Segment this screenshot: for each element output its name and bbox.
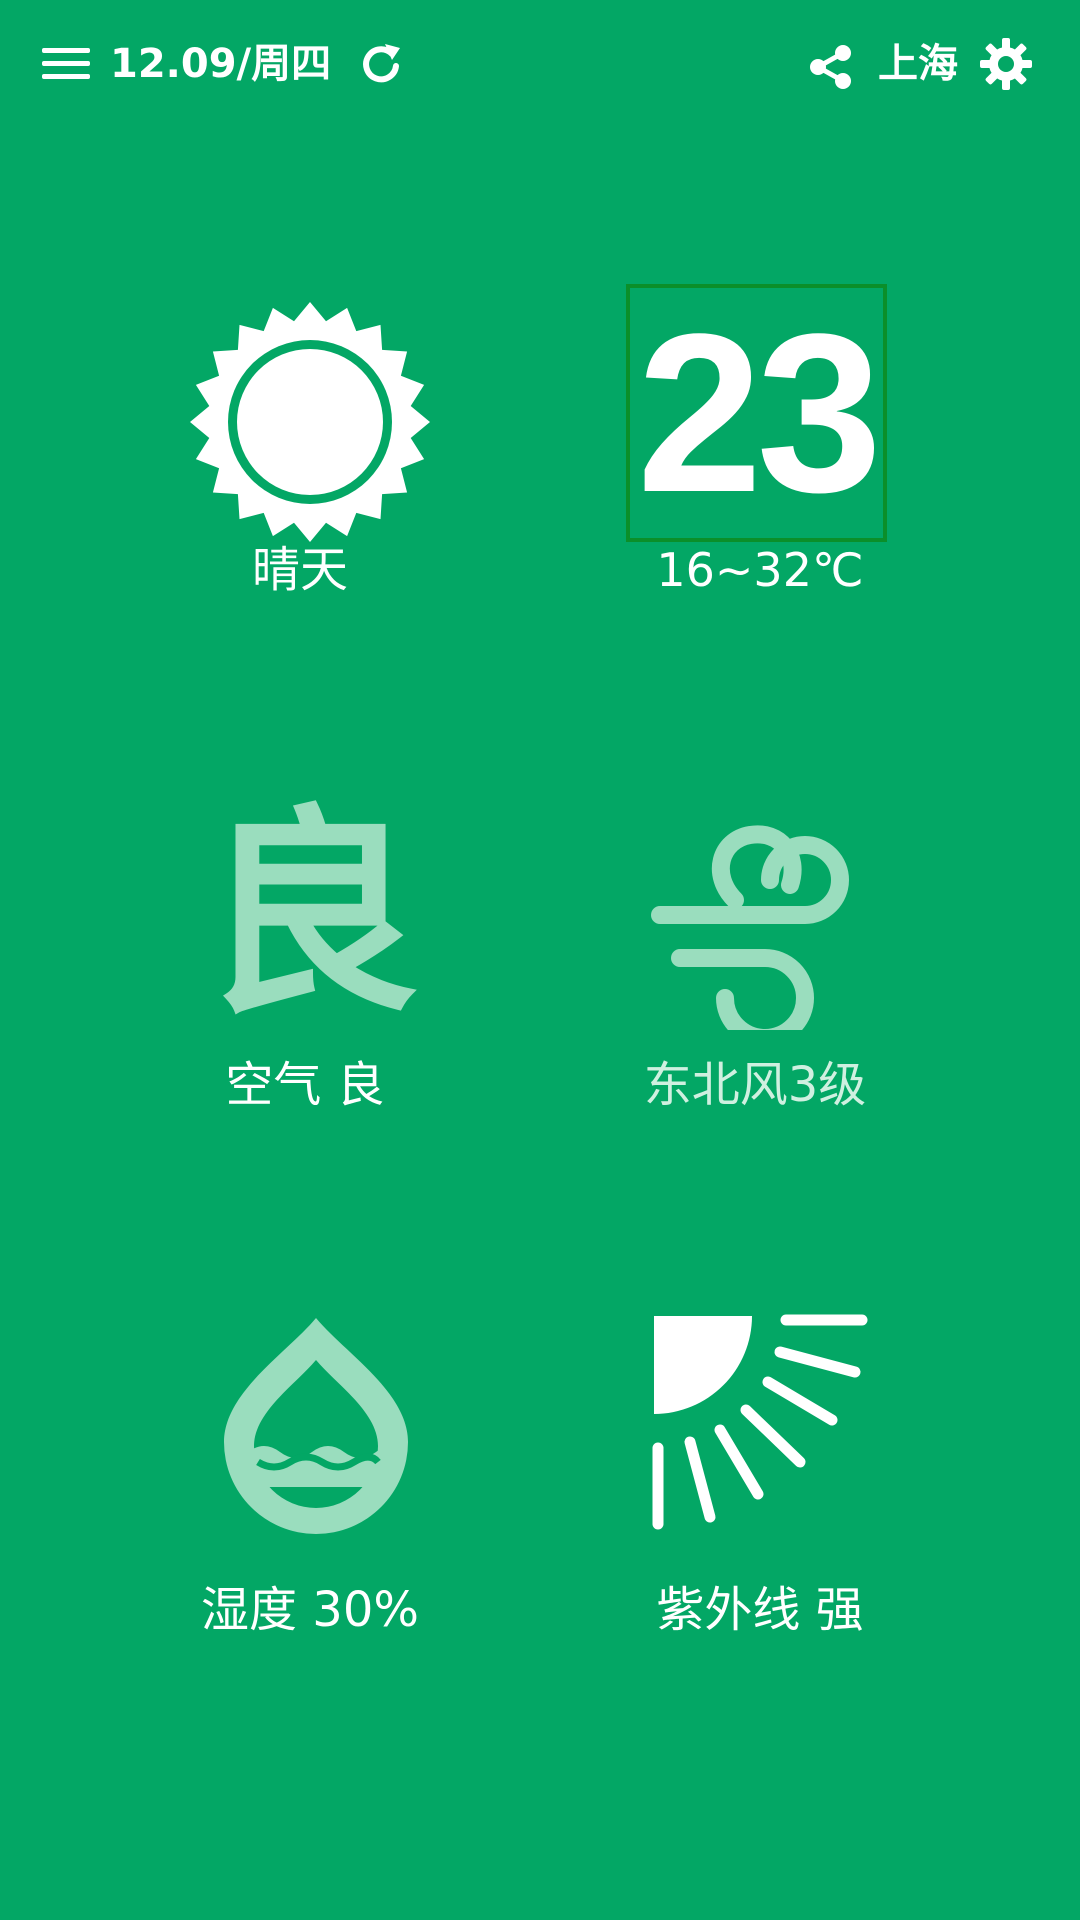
uv-index-label: 紫外线 强 bbox=[656, 1582, 864, 1638]
wind-label: 东北风3级 bbox=[643, 1057, 867, 1113]
uv-sun-rays-icon bbox=[652, 1314, 868, 1530]
refresh-icon[interactable] bbox=[358, 40, 404, 86]
gear-icon[interactable] bbox=[978, 36, 1034, 92]
wind-icon bbox=[651, 825, 849, 1030]
current-temperature: 23 bbox=[636, 286, 882, 539]
top-bar: 12.09/周四 上海 bbox=[0, 0, 1080, 130]
humidity-label: 湿度 30% bbox=[201, 1582, 419, 1638]
air-quality-label: 空气 良 bbox=[225, 1057, 385, 1113]
share-icon[interactable] bbox=[806, 42, 856, 92]
date-label: 12.09/周四 bbox=[110, 41, 332, 87]
city-label[interactable]: 上海 bbox=[878, 36, 958, 92]
temperature-range-label: 16~32℃ bbox=[656, 543, 864, 597]
weather-condition-label: 晴天 bbox=[251, 542, 348, 598]
air-quality-glyph: 良 bbox=[199, 787, 420, 1043]
water-drop-icon bbox=[224, 1318, 408, 1534]
sun-icon bbox=[190, 302, 430, 542]
temperature-box: 23 bbox=[626, 284, 887, 542]
menu-icon[interactable] bbox=[40, 44, 92, 84]
